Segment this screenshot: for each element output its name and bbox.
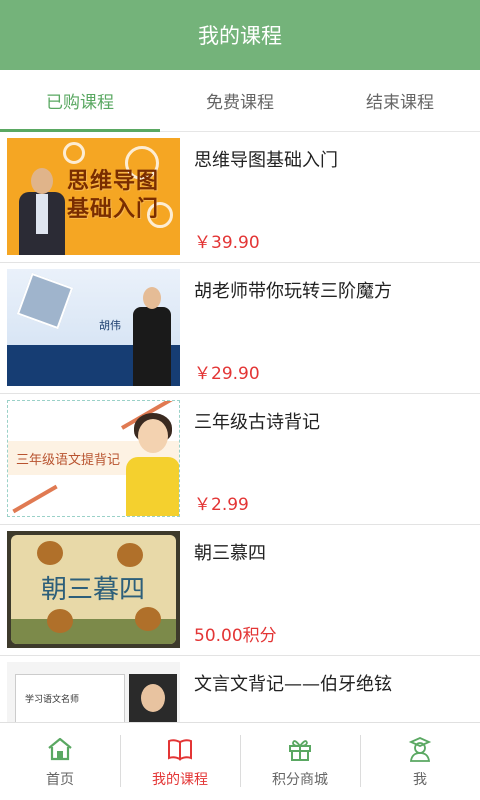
nav-label: 我	[413, 771, 427, 788]
thumbnail-text: 思维导图 基础入门	[67, 169, 160, 222]
course-price: 50.00积分	[194, 626, 277, 646]
nav-home[interactable]: 首页	[0, 723, 120, 800]
course-item[interactable]: 朝三暮四 朝三慕四 50.00积分	[0, 525, 480, 656]
thumbnail-text: 学习语文名师	[25, 695, 80, 705]
nav-points-mall[interactable]: 积分商城	[240, 723, 360, 800]
course-title: 三年级古诗背记	[194, 412, 320, 433]
course-tabs: 已购课程 免费课程 结束课程	[0, 70, 480, 132]
nav-label: 我的课程	[152, 771, 208, 788]
nav-my-courses[interactable]: 我的课程	[120, 723, 240, 800]
course-thumbnail[interactable]: 胡伟	[7, 269, 180, 386]
course-list: 思维导图 基础入门 思维导图基础入门 ￥39.90 胡伟 胡老师带你玩转三阶魔方…	[0, 132, 480, 722]
course-thumbnail[interactable]: 朝三暮四	[7, 531, 180, 648]
course-title: 文言文背记——伯牙绝铉	[194, 674, 392, 695]
course-thumbnail[interactable]: 学习语文名师	[7, 662, 180, 722]
book-icon	[168, 738, 192, 761]
course-thumbnail[interactable]: 思维导图 基础入门	[7, 138, 180, 255]
course-price: ￥39.90	[194, 233, 260, 253]
nav-label: 首页	[46, 771, 74, 788]
app-root: 我的课程 已购课程 免费课程 结束课程 思维导图 基础入门 思维导图基础入门 ￥…	[0, 0, 480, 800]
tab-ended[interactable]: 结束课程	[320, 70, 480, 131]
nav-me[interactable]: 我	[360, 723, 480, 800]
course-price: ￥2.99	[194, 495, 249, 515]
thumbnail-text: 三年级语文提背记	[16, 453, 121, 468]
course-title: 思维导图基础入门	[194, 150, 338, 171]
nav-label: 积分商城	[272, 771, 328, 788]
course-price: ￥29.90	[194, 364, 260, 384]
course-item[interactable]: 胡伟 胡老师带你玩转三阶魔方 ￥29.90	[0, 263, 480, 394]
gift-icon	[289, 739, 311, 761]
profile-icon	[408, 736, 432, 762]
course-item[interactable]: 三年级语文提背记 三年级古诗背记 ￥2.99	[0, 394, 480, 525]
rubiks-cube-image	[16, 272, 74, 330]
course-title: 朝三慕四	[194, 543, 266, 564]
tab-purchased[interactable]: 已购课程	[0, 70, 160, 132]
course-thumbnail[interactable]: 三年级语文提背记	[7, 400, 180, 517]
bottom-navigation: 首页 我的课程 积分商城 我	[0, 722, 480, 800]
course-item[interactable]: 学习语文名师 文言文背记——伯牙绝铉	[0, 656, 480, 722]
course-title: 胡老师带你玩转三阶魔方	[194, 281, 392, 302]
home-icon	[48, 737, 72, 760]
course-item[interactable]: 思维导图 基础入门 思维导图基础入门 ￥39.90	[0, 132, 480, 263]
page-title: 我的课程	[198, 24, 282, 48]
thumbnail-text: 胡伟	[99, 319, 121, 332]
instructor-figure	[17, 168, 67, 255]
app-header: 我的课程	[0, 0, 480, 70]
thumbnail-text: 朝三暮四	[41, 575, 146, 605]
tab-free[interactable]: 免费课程	[160, 70, 320, 131]
